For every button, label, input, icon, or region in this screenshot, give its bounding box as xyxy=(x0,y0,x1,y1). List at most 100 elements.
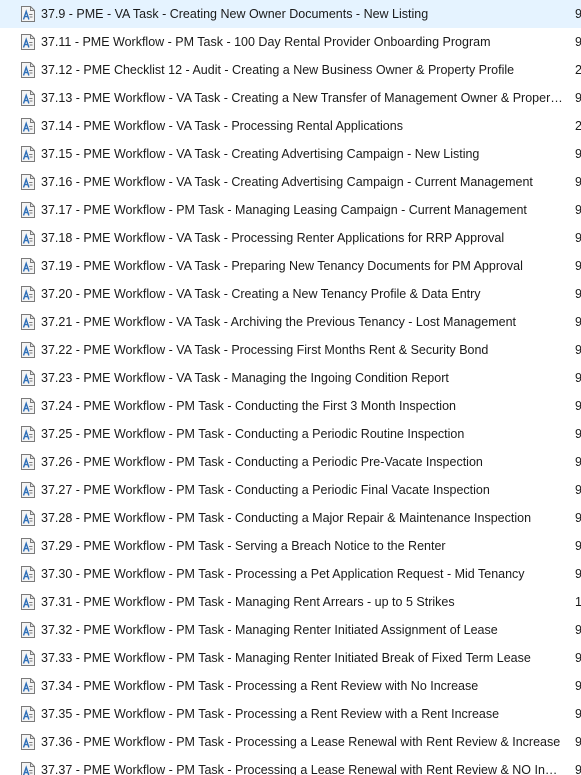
file-row[interactable]: 37.34 - PME Workflow - PM Task - Process… xyxy=(0,672,581,700)
file-row[interactable]: 37.24 - PME Workflow - PM Task - Conduct… xyxy=(0,392,581,420)
file-row[interactable]: 37.17 - PME Workflow - PM Task - Managin… xyxy=(0,196,581,224)
document-icon xyxy=(21,258,35,274)
file-count: 9 xyxy=(575,231,581,245)
file-count: 9 xyxy=(575,371,581,385)
file-name: 37.9 - PME - VA Task - Creating New Owne… xyxy=(41,7,429,21)
document-icon xyxy=(21,566,35,582)
document-icon xyxy=(21,650,35,666)
document-icon xyxy=(21,454,35,470)
file-count: 9 xyxy=(575,511,581,525)
file-row[interactable]: 37.18 - PME Workflow - VA Task - Process… xyxy=(0,224,581,252)
file-count: 9 xyxy=(575,287,581,301)
file-name: 37.16 - PME Workflow - VA Task - Creatin… xyxy=(41,175,533,189)
file-name: 37.20 - PME Workflow - VA Task - Creatin… xyxy=(41,287,481,301)
file-name: 37.30 - PME Workflow - PM Task - Process… xyxy=(41,567,525,581)
file-row[interactable]: 37.32 - PME Workflow - PM Task - Managin… xyxy=(0,616,581,644)
file-count: 9 xyxy=(575,455,581,469)
file-row[interactable]: 37.13 - PME Workflow - VA Task - Creatin… xyxy=(0,84,581,112)
document-icon xyxy=(21,34,35,50)
file-name: 37.36 - PME Workflow - PM Task - Process… xyxy=(41,735,561,749)
file-row[interactable]: 37.35 - PME Workflow - PM Task - Process… xyxy=(0,700,581,728)
document-icon xyxy=(21,734,35,750)
file-row[interactable]: 37.28 - PME Workflow - PM Task - Conduct… xyxy=(0,504,581,532)
file-count: 9 xyxy=(575,315,581,329)
file-name: 37.34 - PME Workflow - PM Task - Process… xyxy=(41,679,479,693)
file-row[interactable]: 37.19 - PME Workflow - VA Task - Prepari… xyxy=(0,252,581,280)
file-count: 2 xyxy=(575,63,581,77)
file-row[interactable]: 37.37 - PME Workflow - PM Task - Process… xyxy=(0,756,581,775)
document-icon xyxy=(21,6,35,22)
document-icon xyxy=(21,174,35,190)
document-icon xyxy=(21,314,35,330)
file-count: 9 xyxy=(575,679,581,693)
document-icon xyxy=(21,342,35,358)
file-name: 37.26 - PME Workflow - PM Task - Conduct… xyxy=(41,455,483,469)
file-name: 37.35 - PME Workflow - PM Task - Process… xyxy=(41,707,500,721)
file-row[interactable]: 37.16 - PME Workflow - VA Task - Creatin… xyxy=(0,168,581,196)
file-row[interactable]: 37.14 - PME Workflow - VA Task - Process… xyxy=(0,112,581,140)
file-row[interactable]: 37.25 - PME Workflow - PM Task - Conduct… xyxy=(0,420,581,448)
document-icon xyxy=(21,594,35,610)
file-count: 9 xyxy=(575,735,581,749)
file-name: 37.25 - PME Workflow - PM Task - Conduct… xyxy=(41,427,465,441)
file-name: 37.17 - PME Workflow - PM Task - Managin… xyxy=(41,203,527,217)
document-icon xyxy=(21,202,35,218)
file-name: 37.37 - PME Workflow - PM Task - Process… xyxy=(41,763,563,775)
file-name: 37.15 - PME Workflow - VA Task - Creatin… xyxy=(41,147,480,161)
document-icon xyxy=(21,398,35,414)
file-row[interactable]: 37.20 - PME Workflow - VA Task - Creatin… xyxy=(0,280,581,308)
file-row[interactable]: 37.12 - PME Checklist 12 - Audit - Creat… xyxy=(0,56,581,84)
file-name: 37.18 - PME Workflow - VA Task - Process… xyxy=(41,231,505,245)
file-name: 37.19 - PME Workflow - VA Task - Prepari… xyxy=(41,259,523,273)
file-row[interactable]: 37.22 - PME Workflow - VA Task - Process… xyxy=(0,336,581,364)
document-icon xyxy=(21,118,35,134)
document-icon xyxy=(21,510,35,526)
file-name: 37.21 - PME Workflow - VA Task - Archivi… xyxy=(41,315,516,329)
document-icon xyxy=(21,286,35,302)
document-icon xyxy=(21,482,35,498)
file-count: 9 xyxy=(575,343,581,357)
file-count: 9 xyxy=(575,175,581,189)
document-icon xyxy=(21,622,35,638)
file-row[interactable]: 37.21 - PME Workflow - VA Task - Archivi… xyxy=(0,308,581,336)
file-count: 9 xyxy=(575,707,581,721)
file-count: 2 xyxy=(575,119,581,133)
file-name: 37.23 - PME Workflow - VA Task - Managin… xyxy=(41,371,449,385)
file-count: 9 xyxy=(575,147,581,161)
file-name: 37.31 - PME Workflow - PM Task - Managin… xyxy=(41,595,455,609)
file-row[interactable]: 37.36 - PME Workflow - PM Task - Process… xyxy=(0,728,581,756)
file-row[interactable]: 37.9 - PME - VA Task - Creating New Owne… xyxy=(0,0,581,28)
file-name: 37.32 - PME Workflow - PM Task - Managin… xyxy=(41,623,498,637)
document-icon xyxy=(21,230,35,246)
file-row[interactable]: 37.33 - PME Workflow - PM Task - Managin… xyxy=(0,644,581,672)
file-row[interactable]: 37.15 - PME Workflow - VA Task - Creatin… xyxy=(0,140,581,168)
file-row[interactable]: 37.26 - PME Workflow - PM Task - Conduct… xyxy=(0,448,581,476)
file-name: 37.24 - PME Workflow - PM Task - Conduct… xyxy=(41,399,456,413)
file-count: 1 xyxy=(575,595,581,609)
file-row[interactable]: 37.30 - PME Workflow - PM Task - Process… xyxy=(0,560,581,588)
file-name: 37.13 - PME Workflow - VA Task - Creatin… xyxy=(41,91,563,105)
file-count: 9 xyxy=(575,259,581,273)
file-count: 9 xyxy=(575,539,581,553)
file-row[interactable]: 37.29 - PME Workflow - PM Task - Serving… xyxy=(0,532,581,560)
document-icon xyxy=(21,678,35,694)
file-count: 9 xyxy=(575,399,581,413)
file-row[interactable]: 37.31 - PME Workflow - PM Task - Managin… xyxy=(0,588,581,616)
file-list: 37.9 - PME - VA Task - Creating New Owne… xyxy=(0,0,581,775)
file-row[interactable]: 37.27 - PME Workflow - PM Task - Conduct… xyxy=(0,476,581,504)
document-icon xyxy=(21,90,35,106)
file-name: 37.12 - PME Checklist 12 - Audit - Creat… xyxy=(41,63,515,77)
document-icon xyxy=(21,146,35,162)
file-name: 37.22 - PME Workflow - VA Task - Process… xyxy=(41,343,489,357)
file-name: 37.33 - PME Workflow - PM Task - Managin… xyxy=(41,651,531,665)
file-row[interactable]: 37.23 - PME Workflow - VA Task - Managin… xyxy=(0,364,581,392)
file-count: 9 xyxy=(575,651,581,665)
document-icon xyxy=(21,426,35,442)
file-count: 9 xyxy=(575,35,581,49)
file-count: 9 xyxy=(575,427,581,441)
file-count: 9 xyxy=(575,91,581,105)
file-name: 37.11 - PME Workflow - PM Task - 100 Day… xyxy=(41,35,491,49)
file-count: 9 xyxy=(575,567,581,581)
file-row[interactable]: 37.11 - PME Workflow - PM Task - 100 Day… xyxy=(0,28,581,56)
document-icon xyxy=(21,370,35,386)
